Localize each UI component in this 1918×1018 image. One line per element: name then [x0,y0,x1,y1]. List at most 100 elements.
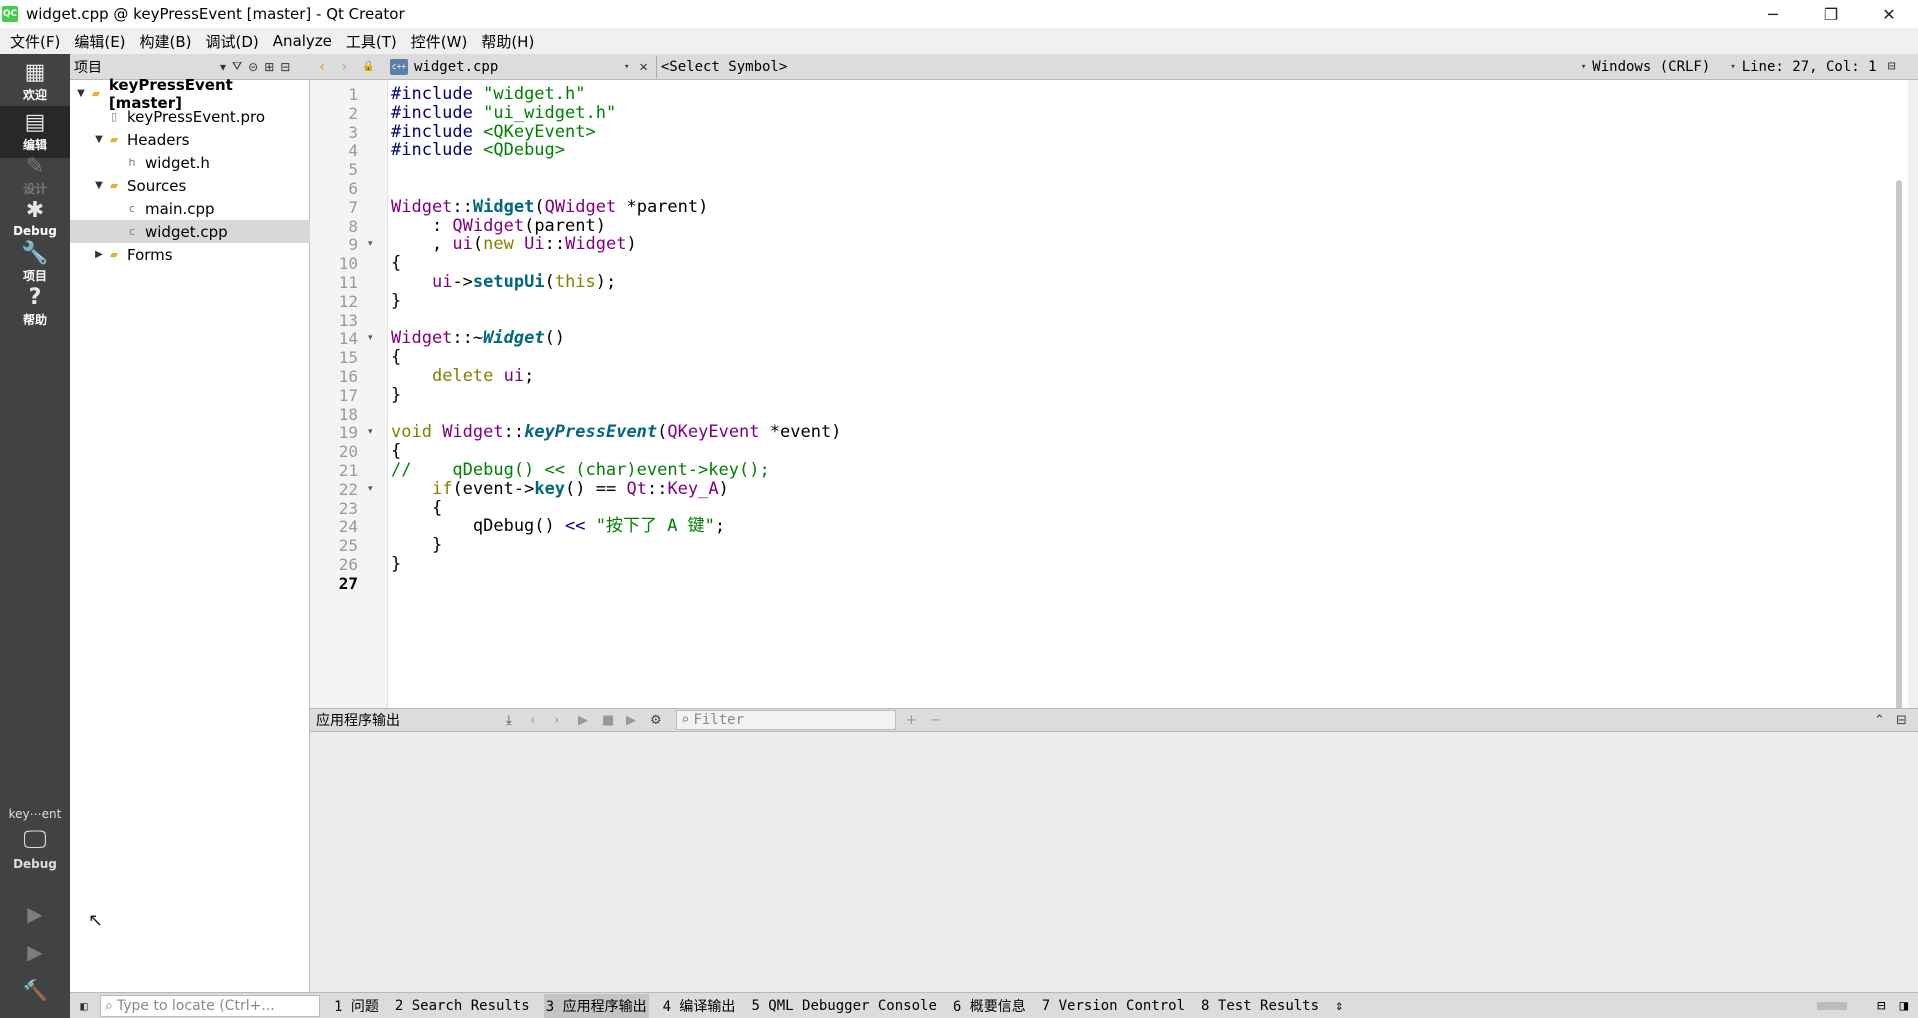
debug-icon[interactable]: ▶ [626,713,640,728]
output-filter-input[interactable]: ⌕ Filter [676,710,896,730]
tree-item[interactable]: h widget.h [70,151,310,174]
encoding-dropdown-icon[interactable]: ▾ [1730,62,1735,72]
application-output-area[interactable] [310,732,1918,992]
mode-label: 帮助 [22,312,47,327]
wrench-icon: 🔧 [21,240,49,266]
code-line: delete ui; [391,365,534,388]
tree-item[interactable]: c widget.cpp [70,220,310,243]
mode-help[interactable]: ? 帮助 [0,281,70,333]
tree-item-label: Sources [127,176,187,195]
filter-placeholder: Filter [693,712,745,728]
zoom-out-icon[interactable]: − [930,713,944,728]
code-token: delete [431,366,504,386]
code-token: ( [657,422,668,443]
fold-arrow-icon[interactable]: ▾ [368,421,373,444]
symbol-selector[interactable]: <Select Symbol> [661,59,1581,75]
expand-arrow-icon[interactable]: ▼ [74,88,88,99]
project-view-selector[interactable]: 项目 [74,57,214,77]
next-icon[interactable]: › [554,713,568,728]
line-number-gutter[interactable]: 1 2 3 4 5 6 7 8 9 ▾ 10 11 12 13 14 ▾ 15 16 17 18 19 ▾ 20 21 22 ▾ 2… [310,80,388,708]
menu-widgets[interactable]: 控件(W) [405,31,474,52]
settings-icon[interactable]: ⚙ [650,713,664,728]
expand-arrow-icon[interactable]: ▼ [92,180,106,191]
kit-selector[interactable]: key⋯ent 🖵 Debug [0,807,70,871]
prev-icon[interactable]: ‹ [530,713,544,728]
tree-item[interactable]: ▼ ▰ keyPressEvent [master] [70,76,310,112]
output-pane-tab[interactable]: 5 QML Debugger Console [749,994,938,1018]
tree-item[interactable]: ▼ ▰ Sources [70,174,310,197]
output-pane-tab[interactable]: 3 应用程序输出 [543,993,649,1018]
collapse-pane-icon[interactable]: ⌃ [1874,713,1888,728]
link-icon[interactable]: ⊝ [248,60,258,74]
close-document-icon[interactable]: ✕ [639,59,647,75]
line-ending-selector[interactable]: Windows (CRLF) [1592,59,1730,75]
run-icon[interactable]: ▶ [18,899,52,929]
code-token: <QDebug> [483,140,566,161]
code-editor[interactable]: #include "widget.h" #include "ui_widget.h… [388,80,1908,785]
sidebar-toggle-icon[interactable]: ◧ [70,999,98,1013]
code-token: () == [565,478,627,499]
output-pane-tab[interactable]: 8 Test Results [1199,994,1321,1018]
menu-help[interactable]: 帮助(H) [475,31,540,52]
expand-arrow-icon[interactable]: ▼ [92,134,106,145]
tree-item[interactable]: ▼ ▰ Headers [70,128,310,151]
code-token: << [565,516,596,537]
fold-arrow-icon[interactable]: ▾ [368,233,373,256]
expand-arrow-icon[interactable]: ▶ [92,249,106,260]
menu-file[interactable]: 文件(F) [4,31,66,52]
tree-item[interactable]: c main.cpp [70,197,310,220]
code-token: ::~ [452,328,484,349]
tree-item-label: main.cpp [145,199,215,218]
output-toggle-icon[interactable]: ◨ [1900,998,1908,1014]
code-line: } [391,290,401,313]
open-file-selector[interactable]: widget.cpp [414,59,624,75]
forward-icon[interactable]: › [340,59,354,75]
fold-arrow-icon[interactable]: ▾ [368,327,373,350]
tree-item[interactable]: ▯ keyPressEvent.pro [70,105,310,128]
output-pane-tab[interactable]: 2 Search Results [393,994,532,1018]
menu-debug[interactable]: 调试(D) [200,31,265,52]
menu-tools[interactable]: 工具(T) [340,31,403,52]
minimize-button[interactable]: ─ [1744,0,1802,28]
menu-analyze[interactable]: Analyze [267,32,338,50]
cursor-position[interactable]: Line: 27, Col: 1 [1742,59,1888,75]
back-icon[interactable]: ‹ [318,59,332,75]
debug-run-icon[interactable]: ▶ [18,937,52,967]
code-line: } [391,553,401,576]
code-token: ) [718,478,729,499]
title-bar: QC widget.cpp @ keyPressEvent [master] -… [0,0,1918,28]
symbol-dropdown-icon[interactable]: ▾ [1581,62,1586,72]
project-tree: ▼ ▰ keyPressEvent [master] ▯ keyPressEvent.p… [70,76,310,992]
code-token: } [391,290,402,311]
filter-icon[interactable]: ⛛ [232,59,242,74]
code-token: this [554,272,596,292]
dropdown-icon[interactable]: ▾ [220,60,226,74]
close-pane-icon[interactable]: ⊟ [280,60,290,74]
output-pane-tab[interactable]: 1 问题 [332,994,381,1018]
fold-arrow-icon[interactable]: ▾ [368,478,373,501]
split-icon[interactable]: ⊞ [264,60,274,74]
progress-toggle-icon[interactable]: ⊟ [1877,998,1885,1014]
output-pane-tab[interactable]: 7 Version Control [1040,994,1187,1018]
maximize-pane-icon[interactable]: ⊟ [1896,713,1910,728]
close-button[interactable]: ✕ [1860,0,1918,28]
attach-icon[interactable]: ⤓ [506,713,520,728]
stop-icon[interactable]: ■ [602,713,616,728]
locator-input[interactable]: ⌕ Type to locate (Ctrl+... [100,994,320,1017]
split-editor-icon[interactable]: ⊟ [1888,59,1896,74]
menu-build[interactable]: 构建(B) [134,31,198,52]
more-panes-icon[interactable]: ⇕ [1333,994,1345,1018]
zoom-in-icon[interactable]: + [906,713,920,728]
output-pane-tab[interactable]: 6 概要信息 [951,994,1028,1018]
rerun-icon[interactable]: ▶ [578,713,592,728]
restore-button[interactable]: ❐ [1802,0,1860,28]
vertical-scrollbar[interactable] [1896,180,1902,745]
file-dropdown-icon[interactable]: ▾ [624,62,629,72]
build-icon[interactable]: 🔨 [18,975,52,1005]
tree-item[interactable]: ▶ ▰ Forms [70,243,310,266]
output-pane-tab[interactable]: 4 编译输出 [661,994,738,1018]
menu-edit[interactable]: 编辑(E) [68,31,131,52]
cpp-file-icon: c++ [390,58,408,75]
code-token: } [391,554,402,574]
mode-grid[interactable]: ▦ 欢迎 [0,56,70,108]
